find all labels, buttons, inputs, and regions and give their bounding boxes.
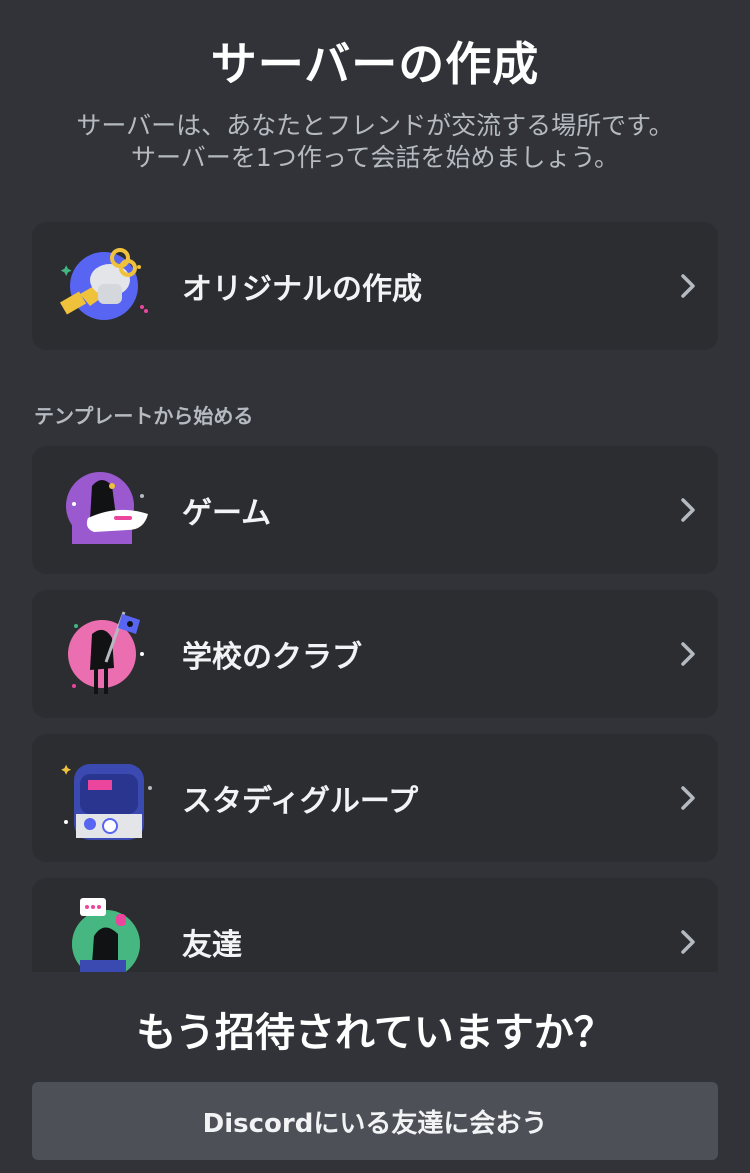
- invite-footer: もう招待されていますか？ Discordにいる友達に会おう: [0, 972, 750, 1173]
- study-group-illustration: [32, 734, 182, 862]
- create-own-illustration: [32, 222, 182, 350]
- chevron-right-icon: [658, 222, 718, 350]
- invite-title: もう招待されていますか？: [136, 1010, 614, 1056]
- template-school-club-label: 学校のクラブ: [182, 640, 362, 675]
- subtitle-line-1: サーバーは、あなたとフレンドが交流する場所です。: [76, 111, 674, 140]
- templates-section-label: テンプレートから始める: [34, 404, 254, 428]
- chevron-right-icon: [658, 734, 718, 862]
- chevron-right-icon: [658, 590, 718, 718]
- join-friends-button[interactable]: Discordにいる友達に会おう: [32, 1082, 718, 1160]
- template-game-button[interactable]: ゲーム: [32, 446, 718, 574]
- game-illustration: [32, 446, 182, 574]
- template-friends-label: 友達: [182, 928, 242, 963]
- create-own-label: オリジナルの作成: [182, 272, 422, 307]
- template-game-label: ゲーム: [182, 496, 272, 531]
- page-subtitle: サーバーは、あなたとフレンドが交流する場所です。 サーバーを1つ作って会話を始め…: [30, 110, 720, 174]
- template-school-club-button[interactable]: 学校のクラブ: [32, 590, 718, 718]
- subtitle-line-2: サーバーを1つ作って会話を始めましょう。: [131, 143, 619, 172]
- template-study-group-label: スタディグループ: [182, 784, 419, 819]
- school-club-illustration: [32, 590, 182, 718]
- page-title: サーバーの作成: [210, 37, 540, 91]
- create-own-button[interactable]: オリジナルの作成: [32, 222, 718, 350]
- template-study-group-button[interactable]: スタディグループ: [32, 734, 718, 862]
- chevron-right-icon: [658, 446, 718, 574]
